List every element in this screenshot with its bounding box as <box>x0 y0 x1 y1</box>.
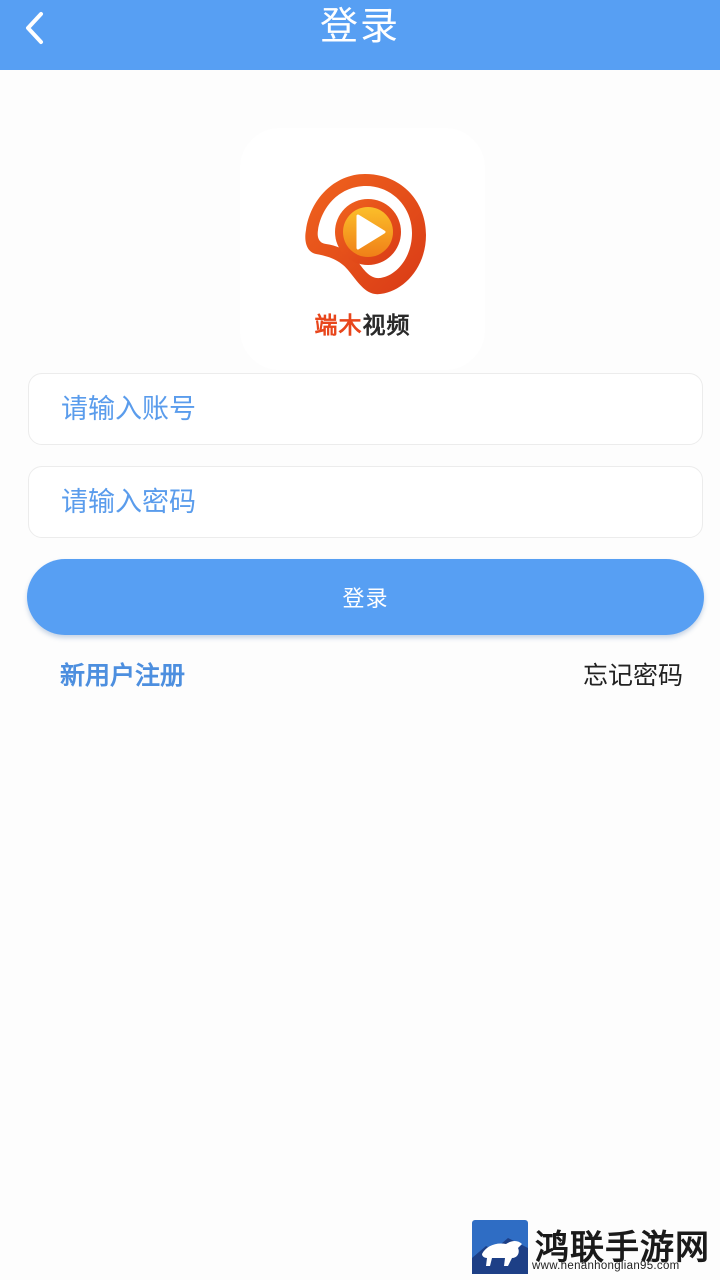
play-icon <box>305 174 426 295</box>
page-title: 登录 <box>319 4 400 48</box>
account-input[interactable] <box>29 374 702 444</box>
bull-logo-icon <box>472 1220 528 1274</box>
app-bar: 登录 <box>0 0 720 70</box>
password-input[interactable] <box>29 467 702 537</box>
app-logo: 端木视频 <box>240 128 485 370</box>
register-link[interactable]: 新用户注册 <box>60 656 185 692</box>
app-logo-name-rest: 视频 <box>362 313 411 339</box>
watermark-url: www.henanhonglian95.com <box>532 1260 680 1272</box>
watermark: 鸿联手游网 www.henanhonglian95.com <box>472 1218 712 1276</box>
password-field[interactable] <box>28 466 703 538</box>
login-button[interactable]: 登录 <box>27 559 704 635</box>
forgot-password-link[interactable]: 忘记密码 <box>583 656 683 692</box>
app-logo-name: 端木视频 <box>240 306 485 340</box>
app-logo-name-accent: 端木 <box>314 313 363 339</box>
account-field[interactable] <box>28 373 703 445</box>
